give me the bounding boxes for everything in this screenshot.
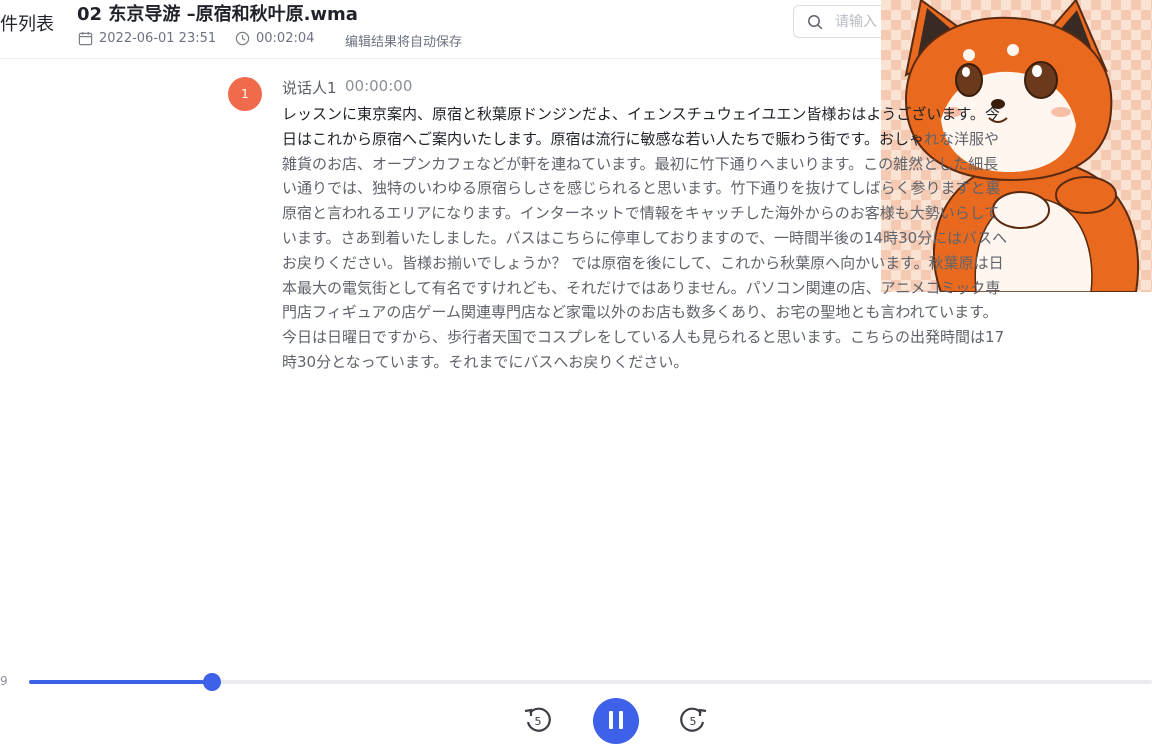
date-text: 2022-06-01 23:51 [99, 31, 217, 46]
file-date: 2022-06-01 23:51 [78, 31, 216, 46]
clock-icon [235, 31, 250, 46]
svg-text:5: 5 [690, 715, 697, 728]
autosave-note: 编辑结果将自动保存 [345, 35, 463, 50]
forward-5-icon: 5 [680, 707, 707, 732]
calendar-icon [78, 31, 93, 46]
progress-handle[interactable] [203, 673, 222, 691]
file-duration: 00:02:04 [235, 31, 314, 46]
speaker-name[interactable]: 说话人1 [282, 77, 337, 98]
svg-text:5: 5 [535, 715, 542, 728]
duration-text: 00:02:04 [256, 31, 315, 46]
speaker-avatar[interactable]: 1 [228, 77, 262, 111]
transcript-played-text[interactable]: レッスンに東京案内、原宿と秋葉原ドンジンだよ、イェンスチュウェイユエン皆様おはよ… [282, 105, 1000, 148]
rewind-5-icon: 5 [524, 707, 551, 732]
progress-fill [29, 680, 213, 684]
rewind-5-button[interactable]: 5 [522, 703, 554, 739]
transcript-pending-text[interactable]: れな洋服や雑貨のお店、オープンカフェなどが軒を連ねています。最初に竹下通りへまい… [282, 130, 1007, 371]
pause-button[interactable] [593, 698, 639, 744]
current-time: 9 [0, 674, 8, 688]
back-to-file-list[interactable]: 件列表 [0, 10, 54, 36]
progress-bar[interactable] [29, 673, 1152, 691]
pause-icon [609, 711, 613, 729]
file-title: 02 东京导游 –原宿和秋叶原.wma [77, 4, 358, 25]
transcript-text[interactable]: レッスンに東京案内、原宿と秋葉原ドンジンだよ、イェンスチュウェイユエン皆様おはよ… [282, 102, 1010, 375]
search-icon [808, 14, 823, 29]
pause-icon-bar [619, 711, 623, 729]
segment-start-time[interactable]: 00:00:00 [345, 77, 412, 95]
forward-5-button[interactable]: 5 [677, 703, 709, 739]
